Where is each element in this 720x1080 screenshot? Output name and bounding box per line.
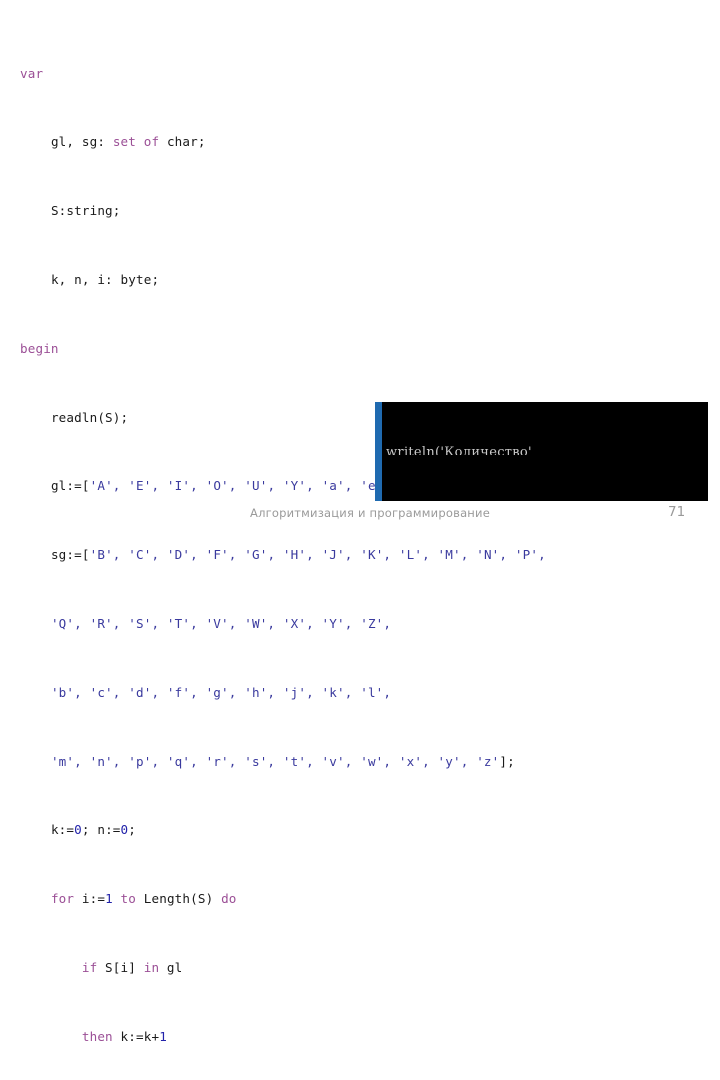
code-line: var: [20, 65, 710, 82]
call-readln: readln(S);: [50, 409, 129, 425]
code-line: if S[i] in gl: [20, 959, 710, 976]
keyword-set-of: set of: [112, 134, 160, 150]
footer-page-number: 71: [668, 504, 686, 520]
code-line: S:string;: [20, 202, 710, 219]
call-length: Length(S): [136, 891, 222, 907]
assign-gl: gl:=[: [50, 478, 90, 494]
literal-one: 1: [159, 1028, 167, 1044]
keyword-in: in: [143, 959, 160, 975]
keyword-var: var: [20, 65, 44, 81]
loop-var-i: i:=: [74, 891, 106, 907]
keyword-do: do: [221, 891, 237, 907]
keyword-begin: begin: [20, 340, 59, 356]
footer-title: Алгоритмизация и программирование: [250, 506, 490, 520]
code-line: 'Q', 'R', 'S', 'T', 'V', 'W', 'X', 'Y', …: [20, 615, 710, 632]
console-output-window[interactable]: writeln('Количество' Hello word Количест…: [375, 402, 708, 501]
code-line: then k:=k+1: [20, 1028, 710, 1045]
assign-k: k:=: [50, 822, 75, 838]
colon: :: [97, 134, 113, 150]
code-line: gl, sg: set of char;: [20, 133, 710, 150]
console-text-area: writeln('Количество' Hello word Количест…: [386, 403, 594, 501]
code-line: 'm', 'n', 'p', 'q', 'r', 's', 't', 'v', …: [20, 753, 710, 770]
code-line: for i:=1 to Length(S) do: [20, 890, 710, 907]
type-char: char;: [159, 134, 206, 150]
code-line: 'b', 'c', 'd', 'f', 'g', 'h', 'j', 'k', …: [20, 684, 710, 701]
keyword-then: then: [81, 1028, 113, 1044]
pascal-code-listing: var gl, sg: set of char; S:string; k, n,…: [20, 13, 710, 1080]
consonant-char-set-part3: 'b', 'c', 'd', 'f', 'g', 'h', 'j', 'k', …: [50, 684, 392, 700]
var-names-gl-sg: gl, sg: [50, 134, 98, 150]
assign-n: ; n:=: [81, 822, 121, 838]
literal-one: 1: [105, 891, 113, 907]
consonant-char-set-part2: 'Q', 'R', 'S', 'T', 'V', 'W', 'X', 'Y', …: [50, 615, 392, 631]
console-scrollbar[interactable]: [375, 402, 382, 501]
code-line: k:=0; n:=0;: [20, 821, 710, 838]
decl-s-string: S:string;: [50, 203, 121, 219]
code-line: sg:=['B', 'C', 'D', 'F', 'G', 'H', 'J', …: [20, 546, 710, 563]
semicolon: ;: [128, 822, 137, 838]
code-line: k, n, i: byte;: [20, 271, 710, 288]
console-line-input: Hello word: [386, 498, 594, 501]
consonant-char-set-part4: 'm', 'n', 'p', 'q', 'r', 's', 't', 'v', …: [50, 753, 500, 769]
console-clipped-line: writeln('Количество': [386, 446, 532, 455]
literal-zero: 0: [74, 822, 82, 838]
assign-sg: sg:=[: [50, 547, 90, 563]
slide-canvas: var gl, sg: set of char; S:string; k, n,…: [0, 0, 720, 1044]
set-close: ];: [499, 753, 515, 769]
increment-k: k:=k+: [112, 1028, 160, 1044]
var-gl: gl: [159, 959, 183, 975]
literal-zero: 0: [120, 822, 129, 838]
keyword-if: if: [81, 959, 98, 975]
expr-s-index: S[i]: [97, 959, 144, 975]
keyword-to: to: [112, 891, 137, 907]
code-line: begin: [20, 340, 710, 357]
consonant-char-set-part1: 'B', 'C', 'D', 'F', 'G', 'H', 'J', 'K', …: [89, 547, 546, 563]
keyword-for: for: [50, 891, 75, 907]
decl-k-n-i-byte: k, n, i: byte;: [50, 272, 160, 287]
